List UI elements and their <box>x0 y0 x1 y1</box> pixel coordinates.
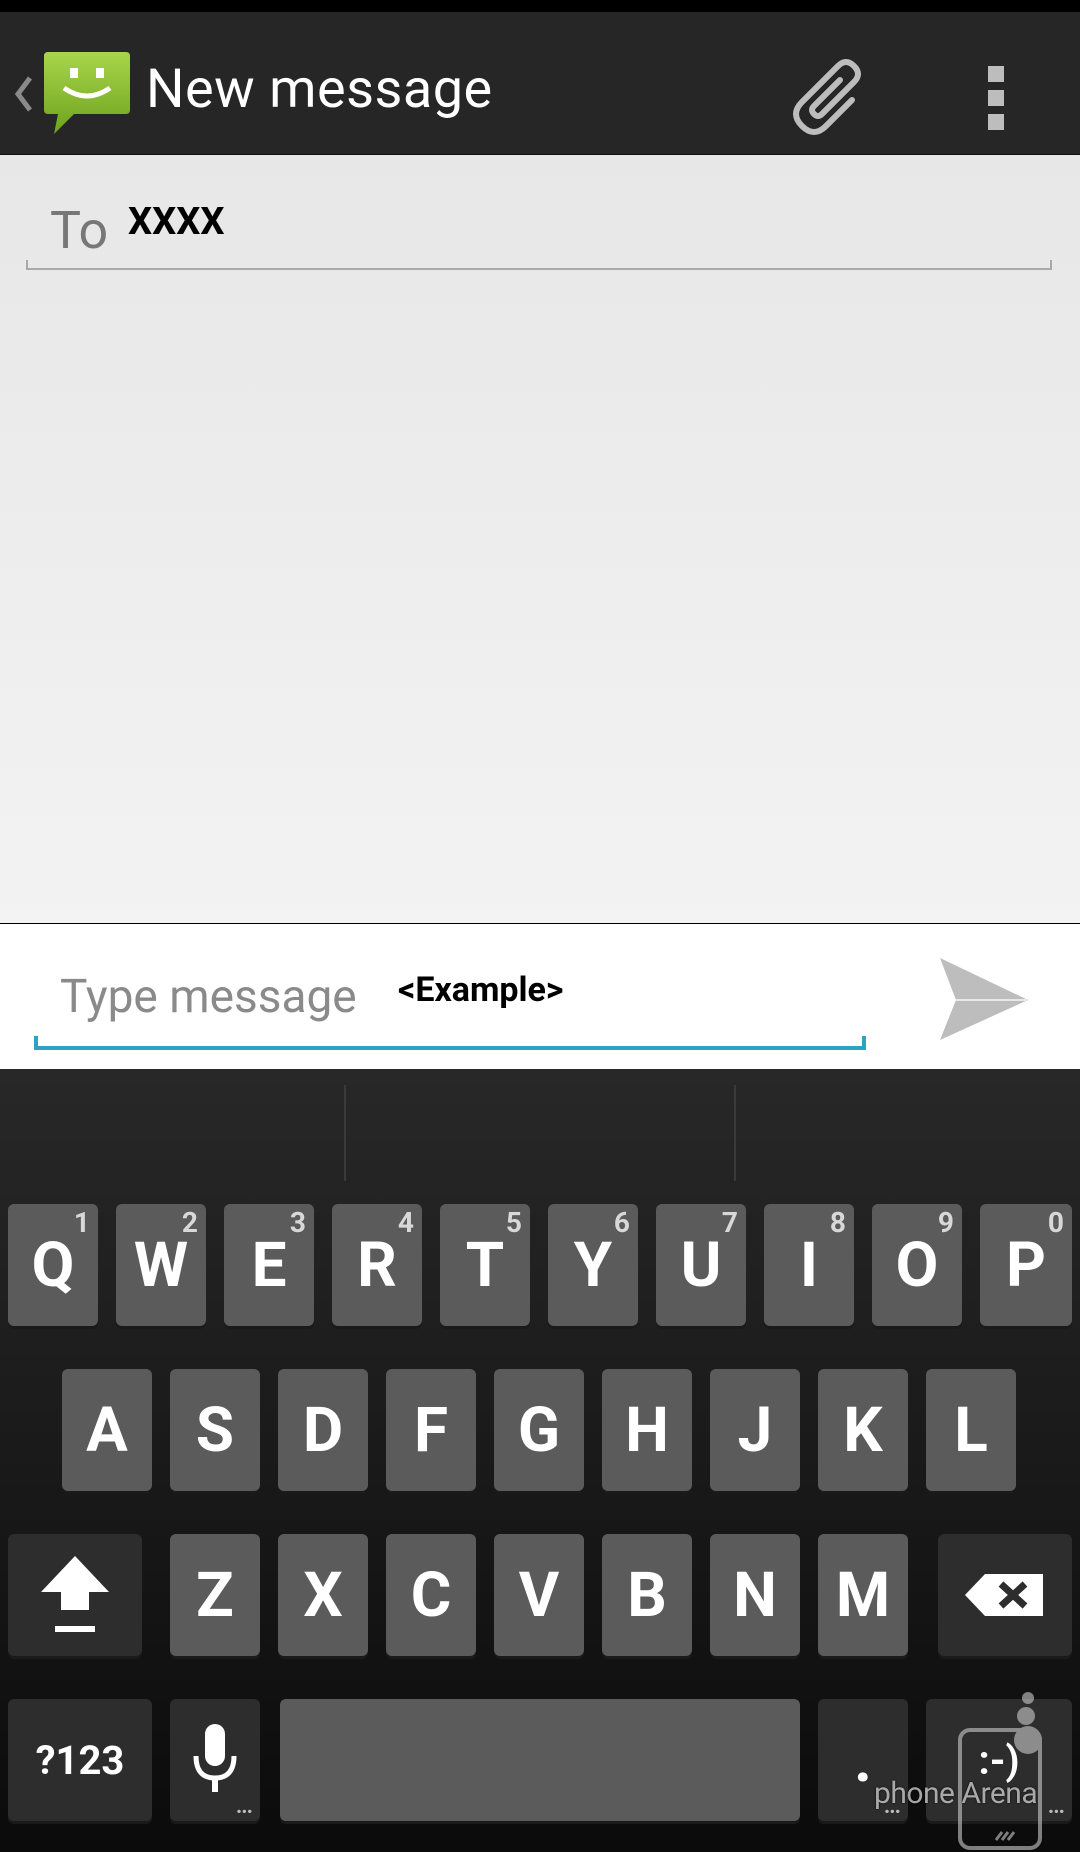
action-bar: New message <box>0 12 1080 155</box>
key-d[interactable]: D <box>278 1369 368 1491</box>
backspace-key[interactable] <box>938 1534 1072 1656</box>
overflow-menu-icon[interactable] <box>960 48 1030 144</box>
message-example-text: <Example> <box>398 970 564 1010</box>
key-c[interactable]: C <box>386 1534 476 1656</box>
key-f[interactable]: F <box>386 1369 476 1491</box>
key-more-dots: ... <box>235 1794 253 1819</box>
key-label: O <box>895 1228 939 1302</box>
send-icon[interactable] <box>936 954 1032 1044</box>
recipient-field[interactable]: XXXX <box>128 200 224 244</box>
keyboard: Q1 W2 E3 R4 T5 Y6 U7 I8 O9 P0 A S D F G … <box>0 1069 1080 1852</box>
key-x[interactable]: X <box>278 1534 368 1656</box>
key-hint: 7 <box>721 1206 738 1239</box>
key-label: T <box>465 1228 505 1302</box>
key-hint: 4 <box>397 1206 414 1239</box>
key-m[interactable]: M <box>818 1534 908 1656</box>
compose-area: To XXXX <box>0 155 1080 923</box>
suggestion-divider <box>344 1085 346 1181</box>
message-input[interactable]: Type message <box>60 970 357 1024</box>
status-bar <box>0 0 1080 12</box>
key-label: Q <box>31 1228 75 1302</box>
recipient-underline <box>26 260 1052 270</box>
key-hint: 0 <box>1047 1206 1064 1239</box>
watermark-logo-icon <box>958 1692 1042 1850</box>
key-e[interactable]: E3 <box>224 1204 314 1326</box>
key-label: ?123 <box>35 1736 125 1784</box>
key-i[interactable]: I8 <box>764 1204 854 1326</box>
key-label: I <box>799 1228 819 1302</box>
to-label: To <box>50 200 109 261</box>
key-label: . <box>854 1723 872 1797</box>
key-k[interactable]: K <box>818 1369 908 1491</box>
key-label: R <box>357 1228 397 1302</box>
key-h[interactable]: H <box>602 1369 692 1491</box>
microphone-icon <box>193 1724 237 1792</box>
key-t[interactable]: T5 <box>440 1204 530 1326</box>
messaging-smiley-icon[interactable] <box>40 48 132 140</box>
key-hint: 5 <box>505 1206 522 1239</box>
key-b[interactable]: B <box>602 1534 692 1656</box>
key-hint: 1 <box>73 1206 90 1239</box>
key-z[interactable]: Z <box>170 1534 260 1656</box>
symbols-key[interactable]: ?123 <box>8 1699 152 1821</box>
key-hint: 2 <box>181 1206 198 1239</box>
microphone-key[interactable]: ... <box>170 1699 260 1821</box>
key-o[interactable]: O9 <box>872 1204 962 1326</box>
key-a[interactable]: A <box>62 1369 152 1491</box>
shift-key[interactable] <box>8 1534 142 1656</box>
key-l[interactable]: L <box>926 1369 1016 1491</box>
suggestion-divider <box>734 1085 736 1181</box>
key-n[interactable]: N <box>710 1534 800 1656</box>
key-v[interactable]: V <box>494 1534 584 1656</box>
key-hint: 6 <box>613 1206 630 1239</box>
backspace-icon <box>965 1574 1043 1616</box>
key-g[interactable]: G <box>494 1369 584 1491</box>
key-s[interactable]: S <box>170 1369 260 1491</box>
chevron-left-icon[interactable] <box>12 74 36 114</box>
message-input-underline <box>34 1036 866 1050</box>
key-j[interactable]: J <box>710 1369 800 1491</box>
key-q[interactable]: Q1 <box>8 1204 98 1326</box>
key-hint: 8 <box>829 1206 846 1239</box>
key-y[interactable]: Y6 <box>548 1204 638 1326</box>
key-label: E <box>251 1228 287 1302</box>
shift-icon <box>41 1556 109 1632</box>
key-label: U <box>680 1228 722 1302</box>
key-w[interactable]: W2 <box>116 1204 206 1326</box>
watermark: phone Arena <box>874 1776 1038 1811</box>
space-key[interactable] <box>280 1699 800 1821</box>
key-u[interactable]: U7 <box>656 1204 746 1326</box>
key-hint: 9 <box>937 1206 954 1239</box>
paperclip-icon[interactable] <box>782 48 878 144</box>
key-label: Y <box>573 1228 613 1302</box>
message-bar: Type message <Example> <box>0 924 1080 1069</box>
key-hint: 3 <box>289 1206 306 1239</box>
key-label: P <box>1006 1228 1046 1302</box>
key-label: W <box>133 1228 189 1302</box>
page-title: New message <box>146 58 493 121</box>
key-r[interactable]: R4 <box>332 1204 422 1326</box>
key-p[interactable]: P0 <box>980 1204 1072 1326</box>
key-more-dots: ... <box>1047 1794 1065 1819</box>
